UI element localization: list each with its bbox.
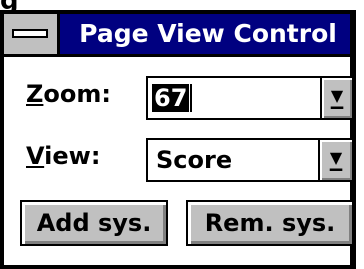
view-combobox[interactable]: Score ▼ ▁ bbox=[146, 138, 354, 182]
titlebar: Page View Control bbox=[4, 14, 350, 57]
background-partial-text: g bbox=[0, 0, 90, 10]
zoom-label: Zoom: bbox=[26, 80, 111, 108]
dropdown-arrow-icon: ▼ ▁ bbox=[330, 86, 344, 109]
text-caret bbox=[190, 84, 193, 112]
zoom-dropdown-wrap: ▼ ▁ bbox=[320, 76, 354, 120]
zoom-dropdown-button[interactable]: ▼ ▁ bbox=[320, 76, 354, 120]
add-system-button[interactable]: Add sys. bbox=[20, 200, 168, 246]
remove-system-button[interactable]: Rem. sys. bbox=[186, 200, 354, 246]
zoom-input[interactable]: 67 bbox=[152, 78, 193, 118]
dropdown-arrow-icon: ▼ ▁ bbox=[329, 148, 343, 171]
view-dropdown-button[interactable]: ▼ ▁ bbox=[318, 140, 352, 180]
page-view-control-dialog: Page View Control Zoom: 67 ▼ ▁ View: Scor… bbox=[0, 10, 356, 269]
view-value: Score bbox=[156, 146, 233, 174]
view-label: View: bbox=[26, 142, 101, 170]
system-menu-button[interactable] bbox=[4, 14, 60, 54]
window-title: Page View Control bbox=[79, 19, 337, 48]
zoom-combobox[interactable]: 67 bbox=[146, 76, 326, 120]
system-menu-icon bbox=[12, 29, 48, 38]
zoom-value: 67 bbox=[152, 84, 190, 112]
